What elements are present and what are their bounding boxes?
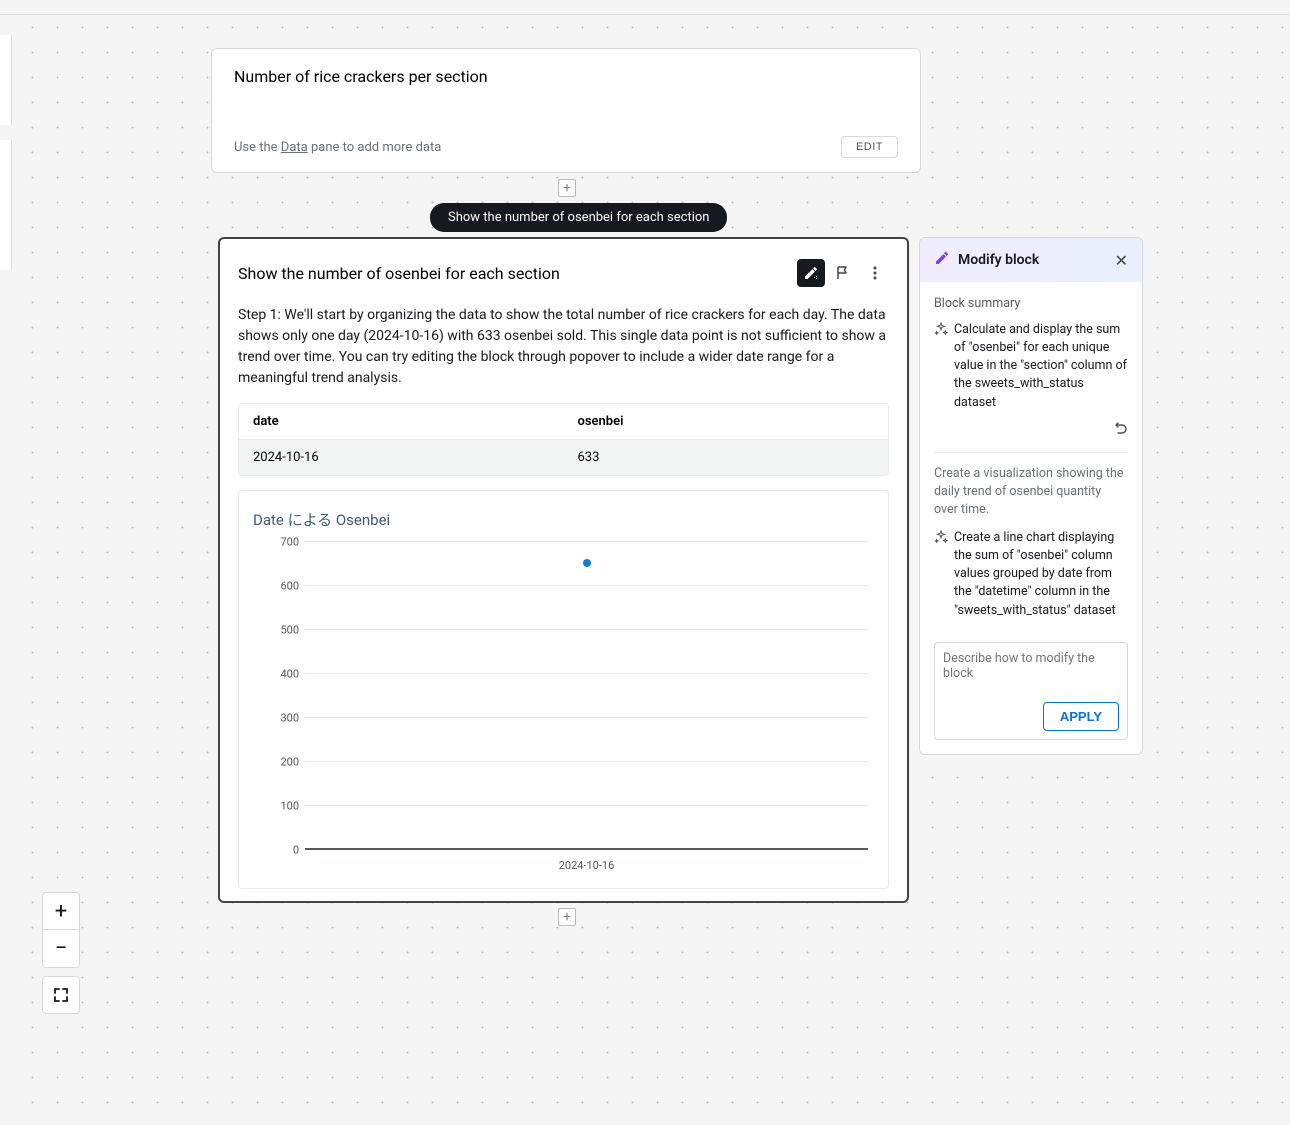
zoom-in-button[interactable]: + [42,892,80,930]
modify-panel-title: Modify block [958,252,1115,268]
modify-block-panel: Modify block ✕ Block summary Calculate a… [919,237,1143,755]
block-tooltip: Show the number of osenbei for each sect… [430,203,727,232]
chart-point [583,559,591,567]
suggestion-intro: Create a visualization showing the daily… [934,465,1128,519]
chart-ytick: 600 [271,580,299,593]
modify-input[interactable] [943,651,1119,702]
block-title: Show the number of osenbei for each sect… [238,264,793,283]
sparkle-icon [934,322,948,342]
close-icon[interactable]: ✕ [1115,251,1128,270]
add-block-button-bottom[interactable]: + [558,908,576,926]
edit-button[interactable]: EDIT [841,136,898,158]
zoom-out-button[interactable]: − [42,930,80,968]
result-table: date osenbei 2024-10-16 633 [238,403,889,476]
chart-area: 01002003004005006007002024-10-16 [253,542,874,878]
data-hint: Use the Data pane to add more data [234,140,441,155]
data-pane-link[interactable]: Data [281,140,308,155]
chart-xtick: 2024-10-16 [559,859,615,872]
apply-button[interactable]: APPLY [1043,702,1119,731]
chart-container: Date による Osenbei 0 100 200 300 400 500 600 700 2… [238,490,889,889]
table-header-osenbei: osenbei [564,404,889,439]
more-menu-icon[interactable] [861,259,889,287]
table-header-date: date [239,404,564,439]
sparkle-icon [934,530,948,550]
block-summary-label: Block summary [934,296,1128,311]
suggestion-text: Create a line chart displaying the sum o… [954,529,1128,620]
chart-ytick: 100 [271,800,299,813]
undo-icon[interactable] [1112,420,1128,440]
fullscreen-button[interactable] [42,976,80,1014]
analysis-block-card: Show the number of osenbei for each sect… [218,237,909,903]
chart-ytick: 200 [271,756,299,769]
table-row: 2024-10-16 633 [239,440,888,475]
edit-block-icon[interactable] [797,259,825,287]
chart-ytick: 500 [271,624,299,637]
chart-ytick: 400 [271,668,299,681]
chart-ytick: 0 [271,844,299,857]
chart-ytick: 300 [271,712,299,725]
block-summary-text: Calculate and display the sum of "osenbe… [954,321,1128,412]
intro-block-title: Number of rice crackers per section [234,67,898,86]
chart-title: Date による Osenbei [253,509,874,530]
wand-icon [934,250,950,270]
flag-icon[interactable] [829,259,857,287]
intro-block-card: Number of rice crackers per section Use … [211,48,921,173]
add-block-button-top[interactable]: + [558,179,576,197]
step-description: Step 1: We'll start by organizing the da… [238,305,889,389]
chart-ytick: 700 [271,536,299,549]
